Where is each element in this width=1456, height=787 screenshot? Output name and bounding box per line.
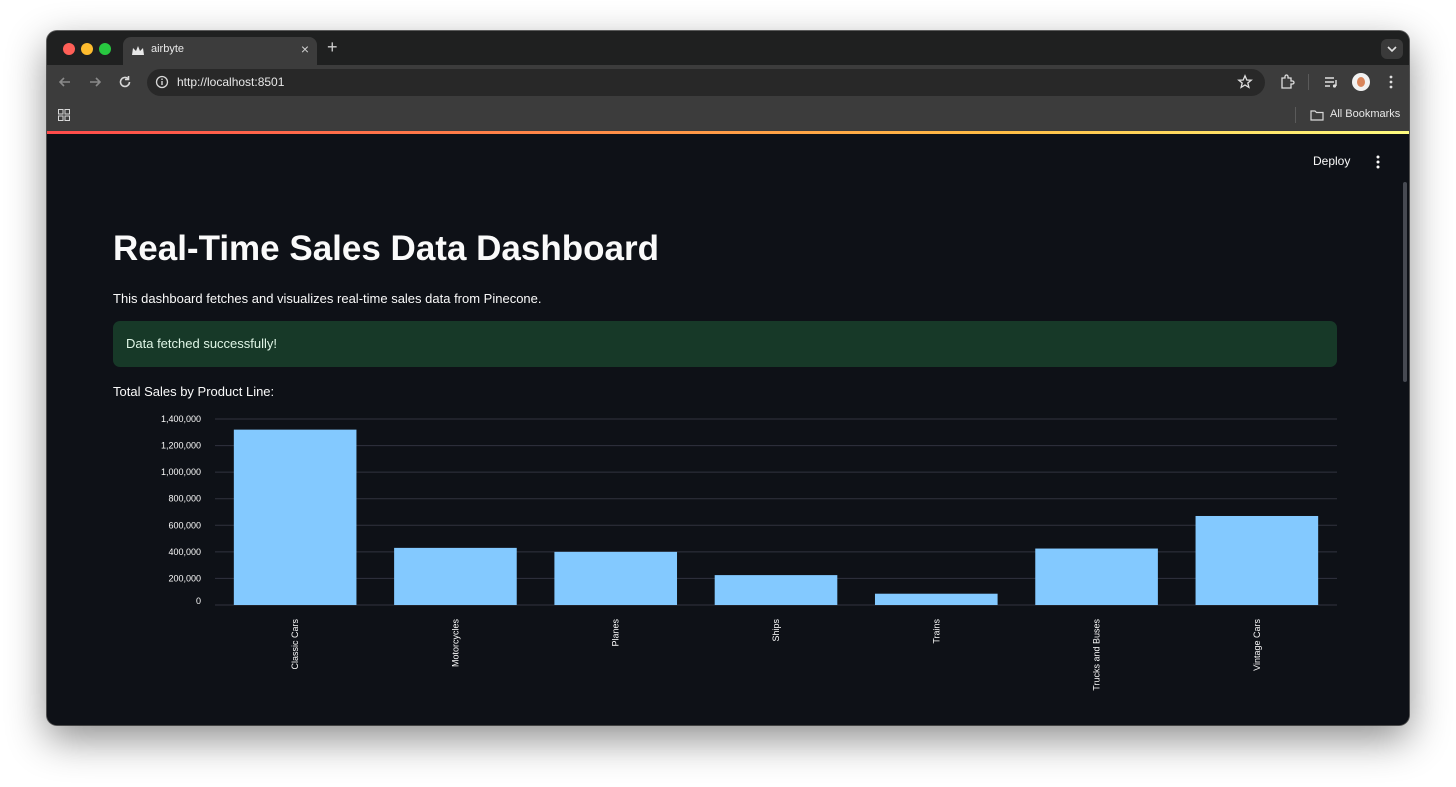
crown-icon bbox=[132, 46, 144, 55]
info-icon[interactable] bbox=[155, 75, 169, 89]
y-tick-label: 0 bbox=[196, 596, 201, 606]
main-menu-icon[interactable] bbox=[1371, 154, 1385, 170]
apps-grid-icon[interactable] bbox=[58, 109, 70, 121]
y-tick-label: 1,000,000 bbox=[161, 467, 201, 477]
page-description: This dashboard fetches and visualizes re… bbox=[113, 291, 542, 306]
tab-search-button[interactable] bbox=[1381, 39, 1403, 59]
browser-tab[interactable]: airbyte × bbox=[123, 37, 317, 65]
x-tick-label: Ships bbox=[771, 619, 781, 642]
star-icon[interactable] bbox=[1237, 74, 1253, 90]
x-tick-label: Planes bbox=[611, 619, 621, 647]
all-bookmarks-link[interactable]: All Bookmarks bbox=[1330, 108, 1400, 120]
y-tick-label: 800,000 bbox=[168, 494, 201, 504]
page-title: Real-Time Sales Data Dashboard bbox=[113, 229, 659, 268]
sales-bar-chart: 0 200,000 400,000 600,000 800,000 1,000,000 1,… bbox=[161, 414, 1337, 691]
chevron-down-icon bbox=[1387, 46, 1397, 53]
maximize-window-button[interactable] bbox=[99, 43, 111, 55]
bar bbox=[394, 547, 517, 605]
url-text: http://localhost:8501 bbox=[177, 75, 285, 89]
deploy-button[interactable]: Deploy bbox=[1313, 154, 1350, 168]
success-alert-text: Data fetched successfully! bbox=[126, 336, 278, 351]
browser-window: airbyte × + http://localhost:8501 All Bo… bbox=[47, 31, 1409, 725]
reload-icon[interactable] bbox=[117, 74, 133, 90]
y-tick-label: 400,000 bbox=[168, 547, 201, 557]
x-tick-label: Motorcycles bbox=[450, 619, 460, 668]
chart-heading: Total Sales by Product Line: bbox=[113, 384, 275, 399]
address-bar[interactable]: http://localhost:8501 bbox=[147, 69, 1265, 96]
close-window-button[interactable] bbox=[63, 43, 75, 55]
bookmarks-bar: All Bookmarks bbox=[47, 99, 1409, 131]
minimize-window-button[interactable] bbox=[81, 43, 93, 55]
bar bbox=[714, 575, 838, 605]
bar bbox=[874, 593, 998, 605]
tab-title: airbyte bbox=[151, 43, 185, 55]
y-tick-label: 1,200,000 bbox=[161, 441, 201, 451]
bar bbox=[1195, 515, 1319, 605]
x-tick-label: Classic Cars bbox=[290, 619, 300, 670]
y-tick-label: 600,000 bbox=[168, 520, 201, 530]
profile-avatar[interactable] bbox=[1352, 73, 1370, 91]
streamlit-app: Deploy Real-Time Sales Data Dashboard Th… bbox=[47, 134, 1409, 725]
bar bbox=[1035, 548, 1158, 605]
browser-toolbar: http://localhost:8501 bbox=[47, 65, 1409, 99]
close-tab-icon[interactable]: × bbox=[301, 41, 309, 57]
new-tab-button[interactable]: + bbox=[327, 37, 338, 58]
y-tick-label: 200,000 bbox=[168, 573, 201, 583]
success-alert: Data fetched successfully! bbox=[113, 321, 1337, 367]
x-tick-label: Vintage Cars bbox=[1252, 619, 1262, 671]
toolbar-divider bbox=[1308, 74, 1309, 90]
extensions-icon[interactable] bbox=[1279, 74, 1295, 90]
bar bbox=[233, 429, 357, 605]
more-vertical-icon[interactable] bbox=[1383, 74, 1399, 90]
scrollbar[interactable] bbox=[1403, 182, 1407, 382]
y-tick-label: 1,400,000 bbox=[161, 414, 201, 424]
bookmarks-divider bbox=[1295, 107, 1296, 123]
media-queue-icon[interactable] bbox=[1323, 74, 1339, 90]
x-tick-label: Trains bbox=[931, 619, 941, 644]
x-tick-label: Trucks and Buses bbox=[1092, 619, 1102, 691]
folder-icon bbox=[1310, 110, 1324, 121]
forward-arrow-icon[interactable] bbox=[87, 74, 103, 90]
back-arrow-icon[interactable] bbox=[57, 74, 73, 90]
tab-bar: airbyte × + bbox=[47, 31, 1409, 65]
bar bbox=[554, 551, 678, 605]
